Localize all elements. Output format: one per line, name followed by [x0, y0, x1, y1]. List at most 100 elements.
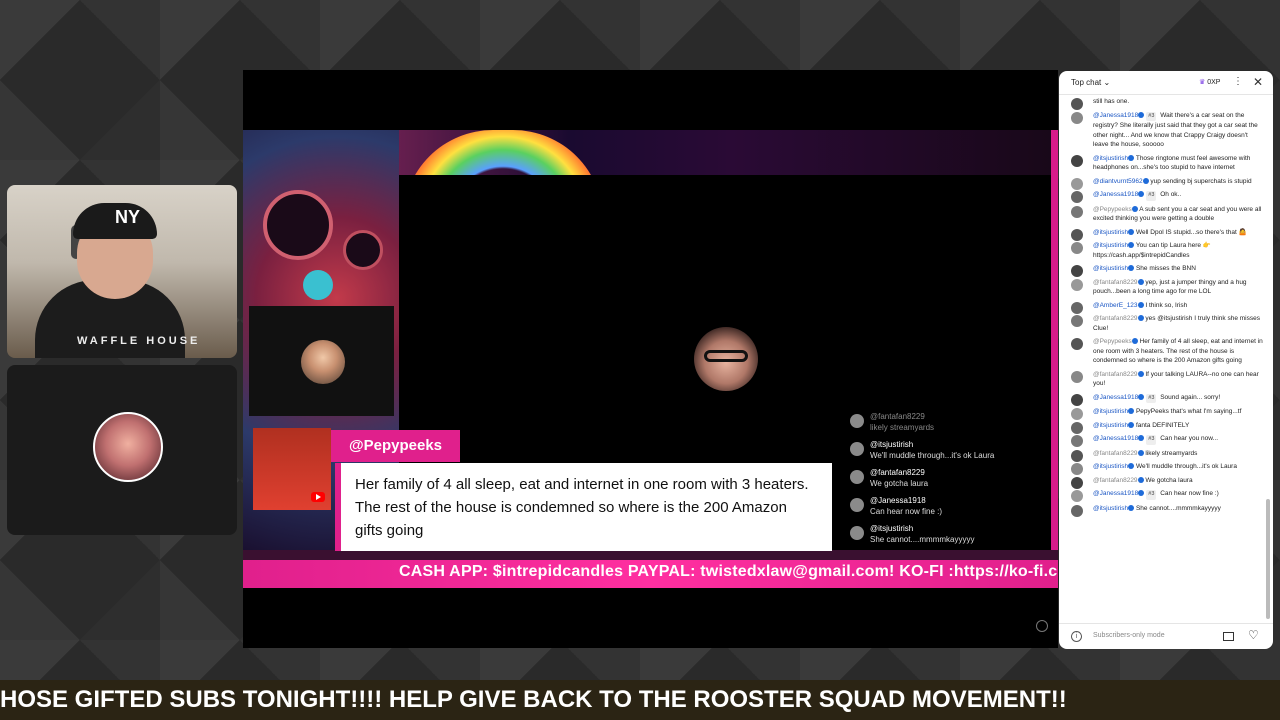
chat-message[interactable]: still has one. — [1059, 95, 1273, 110]
chat-message[interactable]: @itsjustirish She misses the BNN — [1059, 262, 1273, 277]
avatar[interactable] — [1071, 205, 1083, 218]
chat-author[interactable]: @itsjustirish — [1093, 422, 1128, 429]
avatar[interactable] — [1071, 111, 1083, 124]
chat-text: yup sending bj superchats is stupid — [1150, 177, 1252, 185]
art-strip — [1051, 130, 1058, 560]
chat-text: PepyPeeks that's what I'm saying...tf — [1135, 408, 1242, 415]
guest-video-tile — [249, 306, 394, 416]
mini-chat-message: @itsjustirish She cannot....mmmmkayyyyy — [848, 522, 1048, 550]
chat-text: still has one. — [1093, 98, 1130, 105]
chat-author[interactable]: @fantafan8229 — [1093, 450, 1138, 457]
rank-badge: #3 — [1146, 111, 1157, 121]
chat-message[interactable]: @diantvurnt5962 yup sending bj superchat… — [1059, 175, 1273, 190]
member-badge-icon — [1128, 228, 1135, 235]
chat-message[interactable]: @itsjustirish Well Dpol IS stupid...so t… — [1059, 226, 1273, 241]
chat-author[interactable]: @fantafan8229 — [1093, 371, 1138, 378]
chat-message[interactable]: @Janessa1918 #3 Can hear now fine :) — [1059, 487, 1273, 502]
chat-author[interactable]: @Janessa1918 — [1093, 435, 1138, 442]
stream-video[interactable]: @Pepypeeks Her family of 4 all sleep, ea… — [243, 70, 1058, 648]
chat-message[interactable]: @Pepypeeks A sub sent you a car seat and… — [1059, 203, 1273, 226]
chat-message[interactable]: @itsjustirish fanta DEFINITELY — [1059, 419, 1273, 434]
avatar[interactable] — [1071, 154, 1083, 167]
avatar[interactable] — [1071, 393, 1083, 406]
chat-text: Oh ok.. — [1160, 191, 1182, 198]
chat-author[interactable]: @itsjustirish — [1093, 229, 1128, 236]
chat-message[interactable]: @AmberE_123 I think so, Irish — [1059, 299, 1273, 314]
mini-chat-text: We gotcha laura — [870, 479, 929, 488]
member-badge-icon — [1142, 177, 1149, 184]
avatar[interactable] — [1071, 191, 1083, 203]
chat-author[interactable]: @Janessa1918 — [1093, 112, 1138, 119]
rank-badge: #3 — [1146, 191, 1157, 201]
chat-message[interactable]: @fantafan8229 yep, just a jumper thingy … — [1059, 276, 1273, 299]
avatar[interactable] — [1071, 315, 1083, 327]
member-badge-icon — [1131, 205, 1138, 212]
chat-message[interactable]: @itsjustirish We'll muddle through...it'… — [1059, 460, 1273, 475]
super-chat-icon[interactable] — [1223, 632, 1234, 641]
chat-message[interactable]: @fantafan8229 We gotcha laura — [1059, 474, 1273, 489]
mini-chat-message: @itsjustirish We'll muddle through...it's… — [848, 438, 1048, 466]
xp-value: 0XP — [1207, 79, 1221, 86]
chat-author[interactable]: @Pepypeeks — [1093, 338, 1132, 345]
chat-message[interactable]: @fantafan8229 yes @itsjustirish I truly … — [1059, 312, 1273, 335]
info-icon[interactable]: i — [1071, 631, 1082, 642]
avatar[interactable] — [1071, 242, 1083, 254]
chat-author[interactable]: @diantvurnt5962 — [1093, 178, 1143, 185]
chat-message-list[interactable]: still has one. @Janessa1918 #3 Wait there'… — [1059, 95, 1273, 623]
chat-author[interactable]: @Janessa1918 — [1093, 490, 1138, 497]
chat-message[interactable]: @itsjustirish PepyPeeks that's what I'm … — [1059, 405, 1273, 420]
chat-author[interactable]: @itsjustirish — [1093, 155, 1128, 162]
member-badge-icon — [1137, 301, 1144, 308]
member-badge-icon — [1138, 191, 1145, 197]
member-badge-icon — [1128, 421, 1135, 428]
avatar[interactable] — [1071, 338, 1083, 350]
avatar[interactable] — [1071, 490, 1083, 502]
chat-message[interactable]: @Pepypeeks Her family of 4 all sleep, ea… — [1059, 335, 1273, 368]
heart-icon[interactable]: ♡ — [1248, 628, 1259, 642]
shirt-text: WAFFLE HOUSE — [77, 335, 201, 347]
cap-logo: NY — [115, 207, 141, 227]
avatar[interactable] — [1071, 435, 1083, 447]
close-icon[interactable]: ✕ — [1253, 75, 1263, 89]
mini-chat-text: She cannot....mmmmkayyyyy — [870, 535, 975, 544]
chat-text: We'll muddle through...it's ok Laura — [1135, 463, 1237, 470]
chat-message[interactable]: @fantafan8229 If your talking LAURA--no … — [1059, 368, 1273, 391]
chat-author[interactable]: @Janessa1918 — [1093, 191, 1138, 198]
live-chat-panel[interactable]: Top chat ⌄ ♛ 0XP ⋮ ✕ still has one. @Jane… — [1059, 71, 1273, 649]
mini-chat-author: @fantafan8229 — [870, 468, 925, 477]
chat-message[interactable]: @fantafan8229 likely streamyards — [1059, 447, 1273, 462]
chat-message[interactable]: @itsjustirish Those ringtone must feel a… — [1059, 152, 1273, 175]
chat-author[interactable]: @itsjustirish — [1093, 408, 1128, 415]
chat-author[interactable]: @fantafan8229 — [1093, 315, 1138, 322]
chat-mode-dropdown[interactable]: Top chat ⌄ — [1071, 78, 1110, 87]
chat-message[interactable]: @itsjustirish You can tip Laura here 👉 h… — [1059, 239, 1273, 262]
chat-message[interactable]: @Janessa1918 #3 Oh ok.. — [1059, 188, 1273, 203]
chat-author[interactable]: @itsjustirish — [1093, 242, 1128, 249]
chat-author[interactable]: @itsjustirish — [1093, 505, 1128, 512]
chat-message[interactable]: @Janessa1918 #3 Sound again... sorry! — [1059, 391, 1273, 406]
mini-chat-message: @Janessa1918 Can hear now fine :) — [848, 494, 1048, 522]
chat-author[interactable]: @itsjustirish — [1093, 265, 1128, 272]
crown-icon: ♛ — [1199, 79, 1206, 86]
chat-message[interactable]: @Janessa1918 #3 Can hear you now... — [1059, 432, 1273, 447]
chat-author[interactable]: @AmberE_123 — [1093, 302, 1138, 309]
chat-author[interactable]: @Janessa1918 — [1093, 394, 1138, 401]
member-badge-icon — [1137, 278, 1144, 285]
chat-message[interactable]: @itsjustirish She cannot....mmmmkayyyyy — [1059, 502, 1273, 517]
chat-scrollbar[interactable] — [1266, 499, 1270, 619]
overlay-thumbnail — [253, 428, 331, 510]
chat-text: Well Dpol IS stupid...so there's that 🤷 — [1135, 228, 1247, 236]
xp-badge[interactable]: ♛ 0XP — [1199, 78, 1220, 86]
member-badge-icon — [1128, 154, 1135, 161]
avatar[interactable] — [1071, 370, 1083, 383]
chat-text: Can hear now fine :) — [1160, 490, 1219, 497]
avatar[interactable] — [1071, 504, 1083, 517]
chat-author[interactable]: @fantafan8229 — [1093, 477, 1138, 484]
avatar[interactable] — [1071, 278, 1083, 291]
more-options-icon[interactable]: ⋮ — [1233, 76, 1243, 87]
chat-author[interactable]: @fantafan8229 — [1093, 279, 1138, 286]
chat-author[interactable]: @Pepypeeks — [1093, 206, 1132, 213]
chat-message[interactable]: @Janessa1918 #3 Wait there's a car seat o… — [1059, 109, 1273, 152]
chat-text: Can hear you now... — [1160, 435, 1219, 442]
chat-author[interactable]: @itsjustirish — [1093, 463, 1128, 470]
